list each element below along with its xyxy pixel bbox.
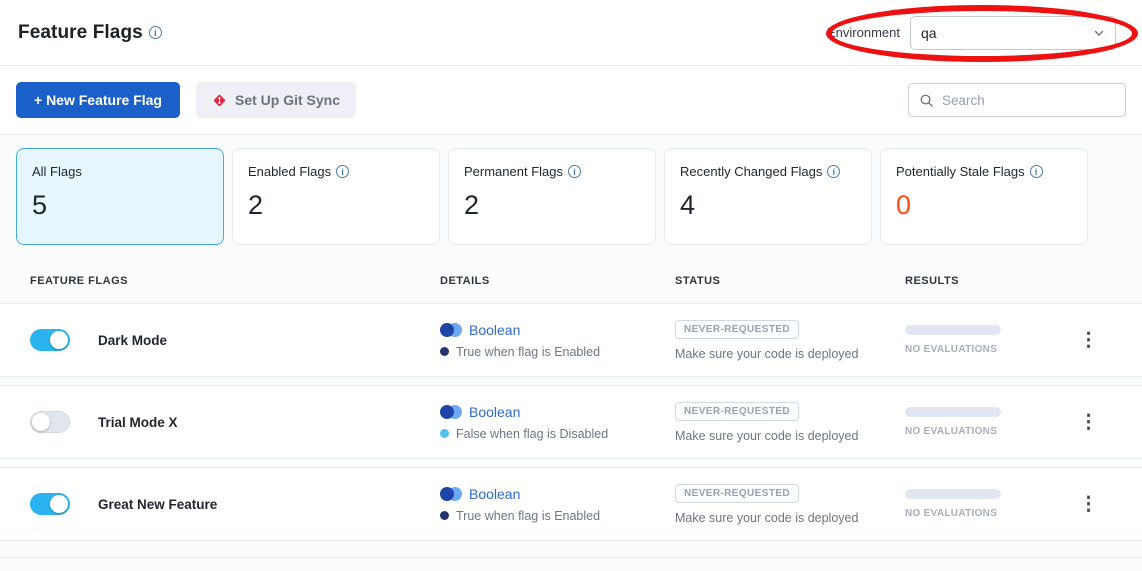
page-title: Feature Flags <box>18 22 143 44</box>
search-box[interactable] <box>908 83 1126 117</box>
variant-dot-icon <box>440 429 449 438</box>
flag-name[interactable]: Great New Feature <box>98 497 217 512</box>
stat-card-all-flags[interactable]: All Flags 5 <box>16 148 224 245</box>
toolbar: + New Feature Flag Set Up Git Sync <box>0 66 1142 135</box>
table-header-status: STATUS <box>675 275 905 287</box>
results-bar <box>905 325 1001 335</box>
stat-label: All Flags <box>32 164 82 179</box>
info-icon[interactable] <box>827 165 840 178</box>
environment-value: qa <box>921 25 937 41</box>
boolean-type-icon <box>440 323 462 337</box>
chevron-down-icon <box>1093 27 1105 39</box>
toggle-knob <box>50 495 68 513</box>
flag-toggle[interactable] <box>30 493 70 515</box>
row-menu-kebab-icon[interactable]: ⋮ <box>1073 327 1104 354</box>
git-sync-button[interactable]: Set Up Git Sync <box>196 82 356 118</box>
flag-rows: Dark Mode Boolean True when flag is Enab… <box>0 303 1142 558</box>
stats-cards: All Flags 5 Enabled Flags 2 Permanent Fl… <box>0 135 1142 245</box>
search-icon <box>919 93 934 108</box>
flag-type-label: Boolean <box>469 404 520 420</box>
stat-card-permanent-flags[interactable]: Permanent Flags 2 <box>448 148 656 245</box>
stat-label: Recently Changed Flags <box>680 164 822 179</box>
environment-label: Environment <box>827 25 900 40</box>
row-menu-kebab-icon[interactable]: ⋮ <box>1073 409 1104 436</box>
page-header: Feature Flags Environment qa <box>0 0 1142 66</box>
status-badge: NEVER-REQUESTED <box>675 402 799 421</box>
info-icon[interactable] <box>336 165 349 178</box>
stat-value: 4 <box>680 190 856 221</box>
table-header-results: RESULTS <box>905 275 1065 287</box>
stat-value: 2 <box>248 190 424 221</box>
status-badge: NEVER-REQUESTED <box>675 484 799 503</box>
flag-type-label: Boolean <box>469 322 520 338</box>
stat-value: 2 <box>464 190 640 221</box>
git-sync-icon <box>212 93 227 108</box>
title-info-icon[interactable] <box>149 26 162 39</box>
stat-card-potentially-stale-flags[interactable]: Potentially Stale Flags 0 <box>880 148 1088 245</box>
main-content: All Flags 5 Enabled Flags 2 Permanent Fl… <box>0 135 1142 571</box>
table-row[interactable]: Great New Feature Boolean True when flag… <box>0 467 1142 541</box>
results-label: NO EVALUATIONS <box>905 508 1065 519</box>
results-label: NO EVALUATIONS <box>905 344 1065 355</box>
info-icon[interactable] <box>1030 165 1043 178</box>
toggle-knob <box>32 413 50 431</box>
toggle-knob <box>50 331 68 349</box>
variant-dot-icon <box>440 511 449 520</box>
stat-label: Potentially Stale Flags <box>896 164 1025 179</box>
results-bar <box>905 407 1001 417</box>
table-header-row: FEATURE FLAGS DETAILS STATUS RESULTS <box>0 245 1142 303</box>
flag-name[interactable]: Dark Mode <box>98 333 167 348</box>
info-icon[interactable] <box>568 165 581 178</box>
stat-label: Permanent Flags <box>464 164 563 179</box>
stat-value: 5 <box>32 190 208 221</box>
boolean-type-icon <box>440 405 462 419</box>
flag-toggle[interactable] <box>30 329 70 351</box>
stat-label: Enabled Flags <box>248 164 331 179</box>
variant-text: False when flag is Disabled <box>456 427 608 441</box>
status-text: Make sure your code is deployed <box>675 511 905 525</box>
table-header-feature-flags: FEATURE FLAGS <box>0 275 440 287</box>
stat-value: 0 <box>896 190 1072 221</box>
flag-toggle[interactable] <box>30 411 70 433</box>
stat-card-recently-changed-flags[interactable]: Recently Changed Flags 4 <box>664 148 872 245</box>
stat-card-enabled-flags[interactable]: Enabled Flags 2 <box>232 148 440 245</box>
flag-type-label: Boolean <box>469 486 520 502</box>
search-input[interactable] <box>942 93 1119 108</box>
flag-name[interactable]: Trial Mode X <box>98 415 178 430</box>
table-row[interactable]: Trial Mode X Boolean False when flag is … <box>0 385 1142 459</box>
results-bar <box>905 489 1001 499</box>
variant-dot-icon <box>440 347 449 356</box>
variant-text: True when flag is Enabled <box>456 509 600 523</box>
table-header-details: DETAILS <box>440 275 675 287</box>
results-label: NO EVALUATIONS <box>905 426 1065 437</box>
next-row-edge <box>0 557 1142 558</box>
feature-flags-page: Feature Flags Environment qa + New Featu… <box>0 0 1142 571</box>
status-text: Make sure your code is deployed <box>675 429 905 443</box>
boolean-type-icon <box>440 487 462 501</box>
environment-select[interactable]: qa <box>910 16 1116 50</box>
row-menu-kebab-icon[interactable]: ⋮ <box>1073 491 1104 518</box>
status-text: Make sure your code is deployed <box>675 347 905 361</box>
table-row[interactable]: Dark Mode Boolean True when flag is Enab… <box>0 303 1142 377</box>
status-badge: NEVER-REQUESTED <box>675 320 799 339</box>
variant-text: True when flag is Enabled <box>456 345 600 359</box>
new-feature-flag-button[interactable]: + New Feature Flag <box>16 82 180 118</box>
git-sync-label: Set Up Git Sync <box>235 92 340 108</box>
